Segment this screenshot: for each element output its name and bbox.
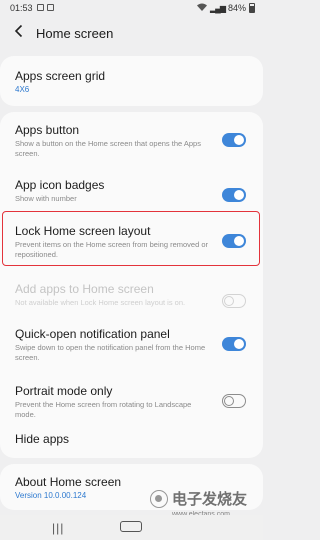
apps-screen-grid-title: Apps screen grid xyxy=(15,69,106,83)
signal-icon: ▂▄▆ xyxy=(210,3,226,13)
portrait-mode-title: Portrait mode only xyxy=(15,384,113,398)
app-icon-badges-subtitle: Show with number xyxy=(15,194,77,203)
navigation-bar: ||| xyxy=(0,515,263,540)
quick-open-toggle[interactable] xyxy=(222,337,246,351)
quick-open-subtitle: Swipe down to open the notification pane… xyxy=(15,343,206,362)
portrait-mode-toggle[interactable] xyxy=(222,394,246,408)
back-button[interactable] xyxy=(14,24,24,43)
add-apps-to-home-screen-item[interactable]: Add apps to Home screen Not available wh… xyxy=(0,272,263,310)
app-icon-badges-toggle[interactable] xyxy=(222,188,246,202)
add-apps-subtitle: Not available when Lock Home screen layo… xyxy=(15,298,186,307)
home-button[interactable] xyxy=(120,521,142,532)
app-header: Home screen xyxy=(0,16,263,52)
apps-button-item[interactable]: Apps button Show a button on the Home sc… xyxy=(0,112,263,158)
grid-card: Apps screen grid 4X6 xyxy=(0,56,263,106)
notification-icon xyxy=(37,4,44,11)
portrait-mode-subtitle: Prevent the Home screen from rotating to… xyxy=(15,400,192,419)
battery-icon xyxy=(249,3,255,13)
status-time: 01:53 xyxy=(10,3,33,13)
watermark: 电子发烧友 xyxy=(150,490,247,508)
status-right: ▂▄▆ 84% xyxy=(197,3,255,13)
apps-screen-grid-item[interactable]: Apps screen grid 4X6 xyxy=(0,56,263,106)
highlight-frame xyxy=(2,211,260,266)
watermark-text: 电子发烧友 xyxy=(172,490,248,508)
status-bar: 01:53 ▂▄▆ 84% xyxy=(0,0,263,16)
image-icon xyxy=(47,4,54,11)
settings-card: Apps button Show a button on the Home sc… xyxy=(0,112,263,458)
hide-apps-title: Hide apps xyxy=(15,432,70,446)
app-icon-badges-item[interactable]: App icon badges Show with number xyxy=(0,168,263,206)
apps-screen-grid-value: 4X6 xyxy=(15,85,30,94)
about-version: Version 10.0.00.124 xyxy=(15,491,87,500)
app-icon-badges-title: App icon badges xyxy=(15,178,105,192)
portrait-mode-only-item[interactable]: Portrait mode only Prevent the Home scre… xyxy=(0,374,263,420)
recents-button[interactable]: ||| xyxy=(52,521,64,535)
hide-apps-item[interactable]: Hide apps xyxy=(0,424,263,458)
chevron-left-icon xyxy=(14,24,23,38)
wifi-icon xyxy=(197,3,207,13)
quick-open-notification-panel-item[interactable]: Quick-open notification panel Swipe down… xyxy=(0,317,263,365)
apps-button-toggle[interactable] xyxy=(222,133,246,147)
add-apps-toggle[interactable] xyxy=(222,294,246,308)
add-apps-title: Add apps to Home screen xyxy=(15,282,154,296)
battery-percent: 84% xyxy=(227,3,246,13)
about-title: About Home screen xyxy=(15,475,122,489)
watermark-logo-icon xyxy=(150,490,168,508)
quick-open-title: Quick-open notification panel xyxy=(15,327,170,341)
notification-icons xyxy=(37,4,54,11)
apps-button-subtitle: Show a button on the Home screen that op… xyxy=(15,139,201,158)
apps-button-title: Apps button xyxy=(15,123,80,137)
page-title: Home screen xyxy=(36,26,114,41)
